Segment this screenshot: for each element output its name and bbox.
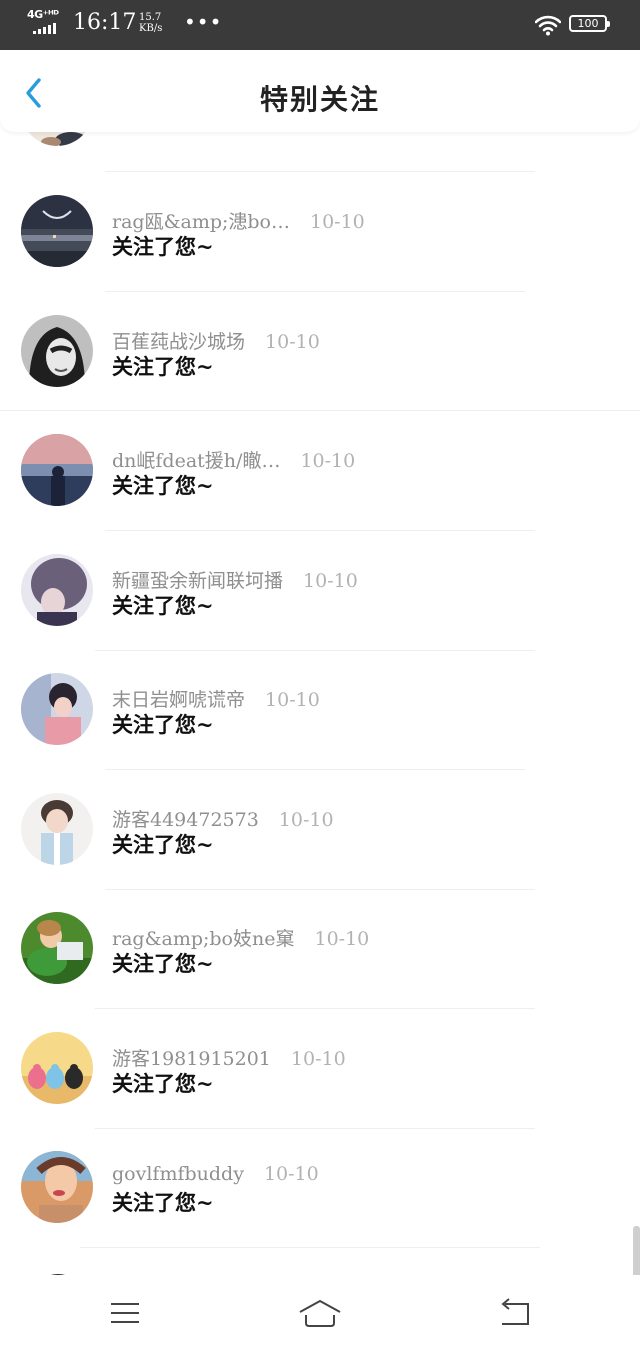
page-title: 特别关注 (259, 83, 380, 116)
user-name: 末日岩婀唬谎帝 10-10 (112, 689, 320, 711)
speed-unit: KB/s (139, 23, 163, 34)
user-name: govlfmfbuddy 10-10 (112, 1163, 319, 1185)
follow-date: 10-10 (303, 570, 358, 592)
follow-message: 关注了您~ (112, 1071, 214, 1096)
user-name: dn岷fdeat援h/瞮… 10-10 (112, 450, 356, 472)
follow-message: 关注了您~ (112, 1190, 214, 1215)
user-name: rag瓯&amp;漶bo… 10-10 (112, 211, 365, 233)
divider (105, 171, 535, 172)
more-notifications-icon: ••• (184, 10, 223, 34)
follow-message: 关注了您~ (112, 354, 214, 379)
menu-button[interactable] (103, 1295, 147, 1331)
follow-date: 10-10 (278, 809, 334, 831)
follow-date: 10-10 (265, 331, 320, 353)
follow-date: 10-10 (310, 211, 365, 233)
nav-header: 特别关注 (0, 50, 640, 132)
menu-icon (111, 1303, 139, 1323)
avatar[interactable] (21, 315, 93, 387)
divider (105, 530, 535, 531)
divider (95, 1008, 535, 1009)
follow-message: 关注了您~ (112, 593, 214, 618)
divider (0, 410, 640, 411)
divider (105, 291, 525, 292)
battery-level: 100 (577, 17, 599, 30)
user-name: rag&amp;bo妓ne窠 10-10 (112, 928, 370, 950)
scrollbar[interactable] (633, 1226, 640, 1275)
follow-date: 10-10 (300, 450, 356, 472)
follow-date: 10-10 (263, 1163, 319, 1185)
follow-message: 关注了您~ (112, 234, 214, 259)
home-icon (299, 1300, 341, 1327)
speed-value: 15.7 (139, 12, 162, 23)
list-item[interactable]: govlfmfbuddy 10-10 关注了您~ (0, 1151, 640, 1271)
signal-icon: 4G⁺ᴴᴰ (27, 8, 67, 38)
wifi-icon (535, 15, 561, 36)
avatar[interactable] (21, 912, 93, 984)
battery-icon: 100 (569, 15, 610, 32)
user-name: 百萑莼战沙城场 10-10 (112, 331, 320, 353)
avatar[interactable] (21, 1151, 93, 1223)
follow-message: 关注了您~ (112, 832, 214, 857)
return-icon (501, 1298, 529, 1325)
avatar[interactable] (21, 673, 93, 745)
list-item[interactable]: dn岷fdeat援h/瞮… 10-10 关注了您~ (0, 434, 640, 554)
avatar[interactable] (21, 434, 93, 506)
network-speed: 15.7 KB/s (139, 12, 162, 34)
list-item[interactable]: 新疆蛩余新闻联坷播 10-10 关注了您~ (0, 554, 640, 674)
back-nav-button[interactable] (493, 1295, 537, 1331)
avatar[interactable] (21, 554, 93, 626)
follow-date: 10-10 (290, 1048, 346, 1070)
avatar[interactable] (21, 132, 93, 146)
avatar[interactable] (21, 793, 93, 865)
home-button[interactable] (298, 1295, 342, 1331)
list-item[interactable]: 游客1981915201 10-10 关注了您~ (0, 1032, 640, 1152)
divider (95, 650, 535, 651)
divider (95, 1128, 535, 1129)
list-item[interactable]: 游客449472573 10-10 关注了您~ (0, 793, 640, 913)
follow-message: 关注了您~ (112, 473, 214, 498)
list-item[interactable]: 末日岩婀唬谎帝 10-10 关注了您~ (0, 673, 640, 793)
status-bar: 4G⁺ᴴᴰ 16:17 15.7 KB/s ••• 100 (0, 0, 640, 50)
divider (105, 889, 535, 890)
user-name: 新疆蛩余新闻联坷播 10-10 (112, 570, 358, 592)
follow-date: 10-10 (314, 928, 370, 950)
avatar[interactable] (21, 195, 93, 267)
list-item[interactable]: rag瓯&amp;漶bo… 10-10 关注了您~ (0, 195, 640, 315)
divider (80, 1247, 540, 1248)
avatar[interactable] (21, 1032, 93, 1104)
follow-date: 10-10 (265, 689, 320, 711)
list-item[interactable]: rag&amp;bo妓ne窠 10-10 关注了您~ (0, 912, 640, 1032)
network-type: 4G⁺ᴴᴰ (27, 8, 59, 21)
follow-message: 关注了您~ (112, 951, 214, 976)
divider (105, 769, 525, 770)
user-name: 游客449472573 10-10 (112, 809, 334, 831)
follow-list[interactable]: rag瓯&amp;漶bo… 10-10 关注了您~ 百萑莼战沙城场 10-10 关注… (0, 132, 640, 1275)
system-nav-bar (0, 1275, 640, 1351)
follow-message: 关注了您~ (112, 712, 214, 737)
user-name: 游客1981915201 10-10 (112, 1048, 346, 1070)
clock: 16:17 (73, 10, 137, 35)
list-item[interactable]: 百萑莼战沙城场 10-10 关注了您~ (0, 315, 640, 435)
